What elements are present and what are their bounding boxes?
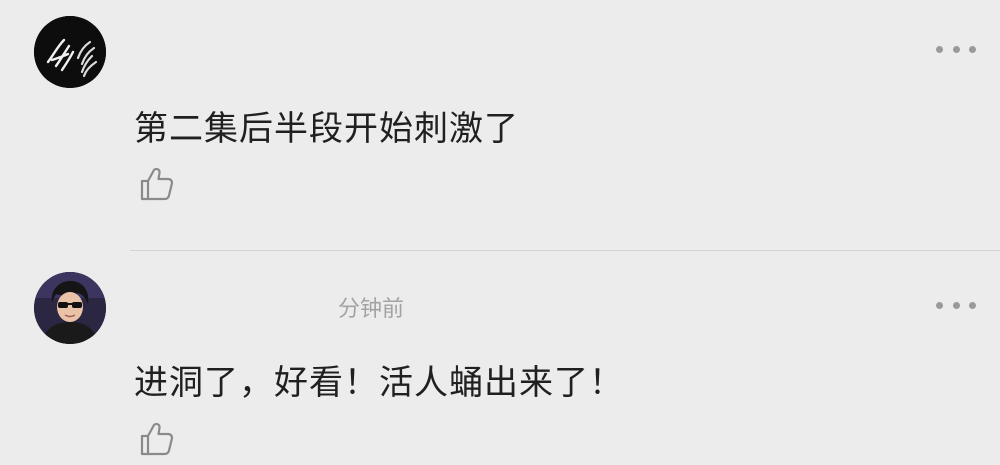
thumbs-up-icon xyxy=(140,167,174,201)
more-dot-icon xyxy=(952,301,960,309)
comment-text: 进洞了，好看！活人蛹出来了！ xyxy=(134,363,624,403)
more-dot-icon xyxy=(936,301,943,309)
more-dot-icon xyxy=(952,45,960,53)
user-avatar[interactable] xyxy=(34,16,106,88)
more-options-button[interactable] xyxy=(936,43,976,55)
more-dot-icon xyxy=(936,45,943,53)
comment-time: 分钟前 xyxy=(338,297,405,322)
thumbs-up-icon xyxy=(140,422,174,456)
comment-item: 第二集后半段开始刺激了 xyxy=(0,0,1000,250)
comment-item: 分钟前 进洞了，好看！活人蛹出来了！ xyxy=(0,251,1000,465)
comment-text: 第二集后半段开始刺激了 xyxy=(134,109,519,149)
more-dot-icon xyxy=(969,301,976,309)
hands-avatar-icon xyxy=(34,16,106,88)
like-button[interactable] xyxy=(136,164,176,204)
person-sunglasses-avatar-icon xyxy=(34,272,106,344)
like-button[interactable] xyxy=(136,419,176,459)
user-avatar[interactable] xyxy=(34,272,106,344)
more-options-button[interactable] xyxy=(936,299,976,311)
more-dot-icon xyxy=(969,45,976,53)
